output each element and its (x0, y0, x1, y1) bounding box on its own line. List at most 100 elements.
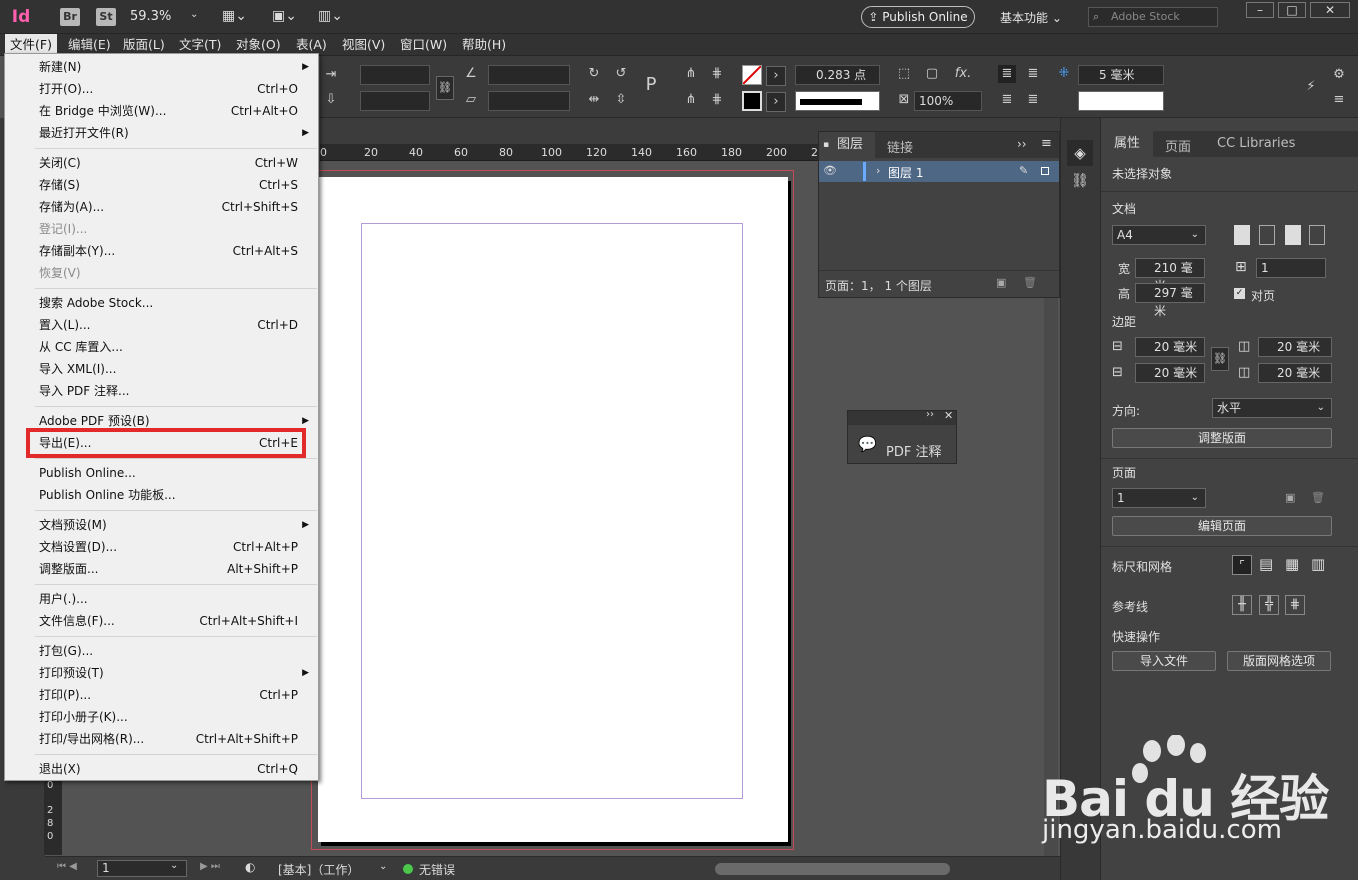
constrain-proportions-icon[interactable]: ⛓ (436, 76, 454, 100)
page-select-dropdown[interactable]: 1 ⌄ (1112, 488, 1206, 508)
menu-item-print[interactable]: 打印(P)... Ctrl+P (5, 684, 318, 706)
workspace-switcher[interactable]: 基本功能 ⌄ (1000, 9, 1062, 26)
zoom-level[interactable]: 59.3% (130, 9, 171, 24)
import-file-button[interactable]: 导入文件 (1112, 651, 1216, 671)
layers-panel-icon[interactable]: ◈ (1067, 140, 1093, 166)
menu-item-import-pdf-comments[interactable]: 导入 PDF 注释... (5, 380, 318, 402)
opacity-icon[interactable]: ⊠ (895, 91, 913, 109)
spacing-field[interactable]: 5 毫米 (1078, 65, 1164, 85)
link-margins-icon[interactable]: ⛓ (1211, 347, 1229, 371)
y-position-field[interactable] (360, 91, 430, 111)
menu-item-print-presets[interactable]: 打印预设(T) ▶ (5, 662, 318, 684)
pdf-comments-panel[interactable]: ›› ✕ 💬 PDF 注释 (847, 409, 957, 464)
trash-icon[interactable]: 🗑 (1023, 276, 1037, 289)
close-window-button[interactable]: ✕ (1310, 2, 1350, 18)
rotate-ccw-icon[interactable]: ↺ (612, 65, 630, 83)
menu-item-print-export-grid[interactable]: 打印/导出网格(R)... Ctrl+Alt+Shift+P (5, 728, 318, 750)
ruler-icon[interactable]: ⌜ (1232, 555, 1252, 575)
frame-fitting-icon[interactable]: ⬚ (895, 65, 913, 83)
tab-cc-libraries[interactable]: CC Libraries (1217, 136, 1295, 151)
horizontal-scrollbar[interactable] (715, 863, 950, 875)
preflight-status[interactable]: 无错误 (419, 861, 455, 878)
reference-point-icon[interactable]: ⇥ (322, 66, 340, 84)
stock-icon[interactable]: St (96, 8, 116, 26)
edit-page-button[interactable]: 编辑页面 (1112, 516, 1332, 536)
margin-bottom-field[interactable]: 20 毫米 (1135, 363, 1205, 383)
fill-swatch-dropdown[interactable]: › (766, 66, 786, 86)
page-size-dropdown[interactable]: A4 ⌄ (1112, 225, 1206, 245)
baseline-grid-icon[interactable]: ▤ (1259, 555, 1273, 573)
portrait-icon[interactable] (1234, 225, 1250, 245)
reference-point-y-icon[interactable]: ⇩ (322, 91, 340, 109)
orientation-dropdown[interactable]: 水平 ⌄ (1212, 398, 1332, 418)
panel-header[interactable]: ›› ✕ (848, 409, 956, 425)
eye-visibility-icon[interactable]: 👁 (823, 164, 837, 177)
landscape-icon[interactable] (1259, 225, 1275, 245)
links-panel-icon[interactable]: ⛓ (1067, 170, 1093, 192)
menu-item-search-stock[interactable]: 搜索 Adobe Stock... (5, 292, 318, 314)
guides-icon[interactable]: ╫ (1232, 595, 1252, 615)
facing-pages-checkbox[interactable]: ✓ (1234, 288, 1245, 299)
align-right-icon[interactable]: ≣ (998, 91, 1016, 109)
layout-grid-icon[interactable]: ▥ (1311, 555, 1325, 573)
horizontal-ruler[interactable]: 0 20 40 60 80 100 120 140 160 180 200 22… (320, 144, 832, 161)
maximize-button[interactable]: □ (1278, 2, 1306, 18)
new-page-icon[interactable]: ▣ (1285, 491, 1295, 504)
stroke-swatch[interactable] (742, 91, 762, 111)
document-grid-icon[interactable]: ▦ (1285, 555, 1299, 573)
page-count-field[interactable]: 1 (1256, 258, 1326, 278)
chevron-down-icon[interactable]: ⌄ (190, 9, 198, 20)
spacing-icon[interactable]: ⁜ (1055, 65, 1073, 83)
menu-item-save-copy[interactable]: 存储副本(Y)... Ctrl+Alt+S (5, 240, 318, 262)
select-content-icon[interactable]: ⋕ (708, 65, 726, 83)
menu-item-document-setup[interactable]: 文档设置(D)... Ctrl+Alt+P (5, 536, 318, 558)
select-next-icon[interactable]: ⋕ (708, 91, 726, 109)
menu-item-publish-online-dashboard[interactable]: Publish Online 功能板... (5, 484, 318, 506)
align-left-icon[interactable]: ≣ (998, 65, 1016, 83)
tab-pages[interactable]: 页面 (1165, 136, 1191, 155)
screen-mode-icon[interactable]: ▣⌄ (272, 8, 297, 24)
menu-item-import-xml[interactable]: 导入 XML(I)... (5, 358, 318, 380)
quick-apply-icon[interactable]: ⚡ (1302, 78, 1320, 96)
binding-left-icon[interactable] (1285, 225, 1301, 245)
master-status[interactable]: [基本]（工作） (278, 861, 359, 878)
menu-view[interactable]: 视图(V) (337, 34, 390, 56)
select-previous-icon[interactable]: ⋔ (682, 91, 700, 109)
adjust-layout-button[interactable]: 调整版面 (1112, 428, 1332, 448)
align-justify-icon[interactable]: ≣ (1024, 91, 1042, 109)
stock-search-input[interactable]: ⌕ Adobe Stock (1088, 7, 1218, 27)
chevron-down-icon[interactable]: ⌄ (379, 861, 387, 872)
layout-grid-options-button[interactable]: 版面网格选项 (1227, 651, 1331, 671)
expand-layer-icon[interactable]: › (876, 164, 880, 177)
object-style-dropdown[interactable] (1078, 91, 1164, 111)
panel-menu-icon[interactable]: ≡ (1330, 91, 1348, 109)
layer-row[interactable]: 👁 › 图层 1 ✎ (819, 161, 1059, 182)
menu-item-close[interactable]: 关闭(C) Ctrl+W (5, 152, 318, 174)
next-page-icon[interactable]: ▶ ⏭ (200, 861, 220, 872)
tab-properties[interactable]: 属性 (1101, 131, 1153, 157)
menu-item-user[interactable]: 用户(.)... (5, 588, 318, 610)
rotate-angle-icon[interactable]: ∠ (462, 65, 480, 83)
open-page-icon[interactable]: ◐ (245, 860, 255, 874)
close-icon[interactable]: ✕ (944, 409, 953, 422)
flip-vertical-icon[interactable]: ⇳ (612, 91, 630, 109)
shear-field[interactable] (488, 91, 570, 111)
menu-item-save[interactable]: 存储(S) Ctrl+S (5, 174, 318, 196)
trash-icon[interactable]: 🗑 (1311, 491, 1325, 504)
view-options-icon[interactable]: ▦⌄ (222, 8, 247, 24)
x-position-field[interactable] (360, 65, 430, 85)
menu-item-browse-bridge[interactable]: 在 Bridge 中浏览(W)... Ctrl+Alt+O (5, 100, 318, 122)
stroke-weight-field[interactable]: 0.283 点 (795, 65, 880, 85)
publish-online-button[interactable]: ⇪ Publish Online (861, 6, 975, 28)
scale-field[interactable]: 100% (914, 91, 982, 111)
menu-item-adjust-layout[interactable]: 调整版面... Alt+Shift+P (5, 558, 318, 580)
panel-expand-icon[interactable]: ›› (1017, 137, 1027, 151)
smart-guides-icon[interactable]: ⋕ (1285, 595, 1305, 615)
menu-item-package[interactable]: 打包(G)... (5, 640, 318, 662)
bridge-icon[interactable]: Br (60, 8, 80, 26)
width-field[interactable]: 210 毫米 (1135, 258, 1205, 293)
panel-expand-icon[interactable]: ›› (926, 409, 934, 420)
shear-angle-icon[interactable]: ▱ (462, 91, 480, 109)
margin-inside-field[interactable]: 20 毫米 (1258, 337, 1332, 357)
path-type-icon[interactable]: P (642, 76, 660, 94)
